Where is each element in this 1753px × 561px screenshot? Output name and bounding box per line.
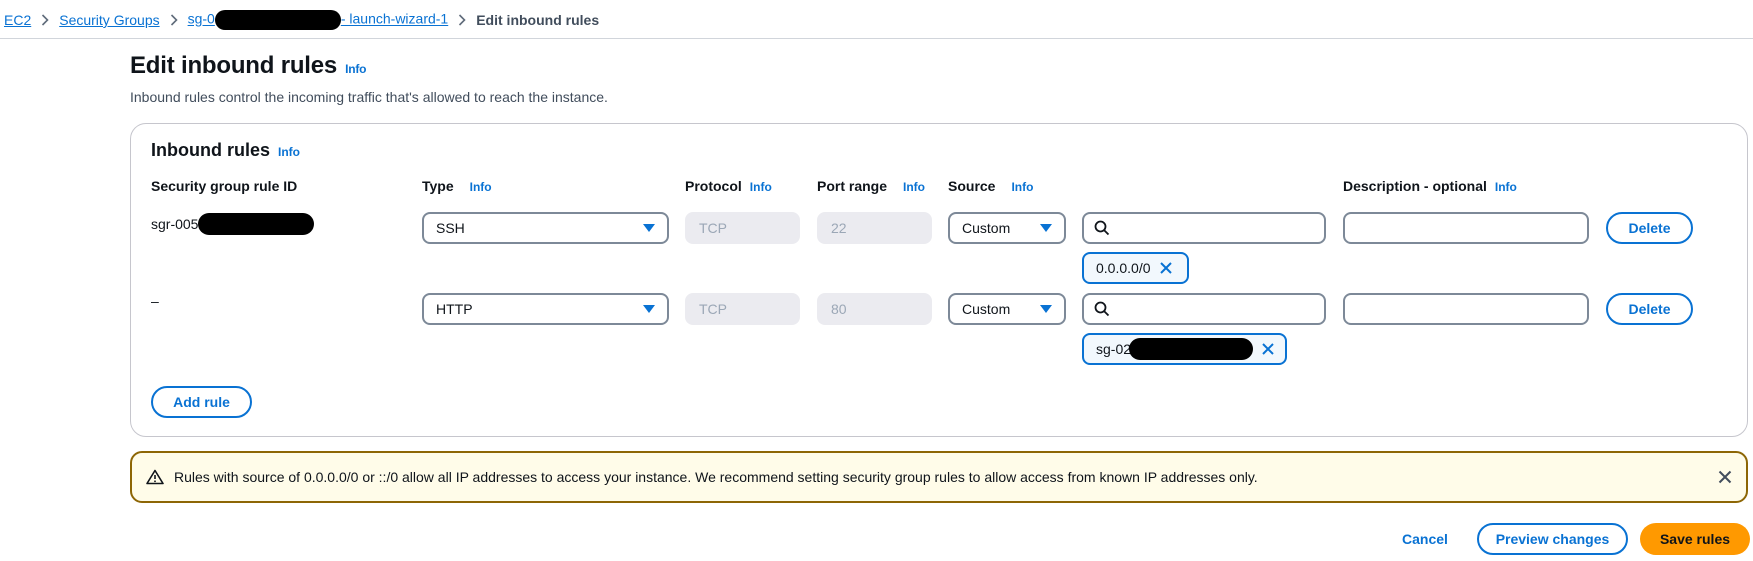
- warning-alert: Rules with source of 0.0.0.0/0 or ::/0 a…: [130, 451, 1748, 503]
- breadcrumb-ec2-link[interactable]: EC2: [4, 12, 31, 28]
- panel-title: Inbound rules Info: [151, 140, 300, 161]
- redacted-block: [1129, 338, 1254, 360]
- close-icon[interactable]: [1261, 342, 1275, 356]
- chevron-right-icon: [170, 14, 178, 26]
- column-header-protocol-label: Protocol: [685, 178, 742, 194]
- rule-2-protocol-field: TCP: [685, 293, 800, 325]
- rule-1-id-text: sgr-005: [151, 216, 199, 232]
- warning-icon: [146, 469, 164, 485]
- rule-1-type-select[interactable]: SSH: [422, 212, 669, 244]
- rule-1-protocol-value: TCP: [699, 220, 727, 236]
- caret-down-icon: [643, 224, 655, 232]
- rule-2-protocol-value: TCP: [699, 301, 727, 317]
- rule-1-source-token: 0.0.0.0/0: [1082, 252, 1189, 284]
- rule-2-source-type-select[interactable]: Custom: [948, 293, 1066, 325]
- page-title-text: Edit inbound rules: [130, 52, 338, 79]
- rule-2-source-type-value: Custom: [962, 301, 1011, 317]
- column-header-source-label: Source: [948, 178, 996, 194]
- close-icon[interactable]: [1159, 261, 1173, 275]
- breadcrumb: EC2 Security Groups sg-0 - launch-wizard-…: [4, 10, 599, 30]
- description-info-link[interactable]: Info: [1495, 180, 1517, 194]
- save-rules-button[interactable]: Save rules: [1640, 523, 1750, 555]
- breadcrumb-security-group-link[interactable]: sg-0 - launch-wizard-1: [187, 10, 449, 30]
- redacted-block: [198, 213, 315, 235]
- page-description: Inbound rules control the incoming traff…: [130, 89, 608, 105]
- save-rules-label: Save rules: [1659, 531, 1731, 547]
- rule-2-port-range-value: 80: [831, 301, 847, 317]
- warning-alert-text: Rules with source of 0.0.0.0/0 or ::/0 a…: [174, 469, 1258, 485]
- caret-down-icon: [643, 305, 655, 313]
- rule-2-port-range-field: 80: [817, 293, 932, 325]
- panel-title-text: Inbound rules: [151, 140, 270, 160]
- search-icon: [1094, 220, 1110, 236]
- column-header-rule-id-label: Security group rule ID: [151, 178, 298, 194]
- rule-1-source-type-select[interactable]: Custom: [948, 212, 1066, 244]
- column-header-port-range-label: Port range: [817, 178, 888, 194]
- chevron-right-icon: [458, 14, 466, 26]
- column-header-port-range: Port range Info: [817, 178, 925, 194]
- rule-2-type-value: HTTP: [436, 301, 473, 317]
- inbound-rules-panel: [130, 123, 1748, 437]
- rule-1-source-type-value: Custom: [962, 220, 1011, 236]
- page-title: Edit inbound rules Info: [130, 52, 366, 80]
- rule-1-delete-label: Delete: [1628, 220, 1671, 236]
- rule-2-source-token-text: sg-02: [1096, 341, 1132, 357]
- rule-2-delete-label: Delete: [1628, 301, 1671, 317]
- preview-changes-button[interactable]: Preview changes: [1477, 523, 1628, 555]
- type-info-link[interactable]: Info: [470, 180, 492, 194]
- rule-1-port-range-field: 22: [817, 212, 932, 244]
- rule-1-protocol-field: TCP: [685, 212, 800, 244]
- rule-1-description-input[interactable]: [1343, 212, 1589, 244]
- chevron-right-icon: [41, 14, 49, 26]
- rule-2-type-select[interactable]: HTTP: [422, 293, 669, 325]
- rule-2-source-search-input[interactable]: [1082, 293, 1326, 325]
- column-header-protocol: Protocol Info: [685, 178, 772, 194]
- close-icon[interactable]: [1718, 470, 1732, 484]
- rule-2-description-input[interactable]: [1343, 293, 1589, 325]
- column-header-rule-id: Security group rule ID: [151, 178, 297, 194]
- breadcrumb-current: Edit inbound rules: [476, 12, 600, 28]
- rule-2-source-token: sg-02: [1082, 333, 1287, 365]
- panel-info-link[interactable]: Info: [278, 145, 300, 159]
- sg-id-prefix: sg-0: [187, 10, 215, 27]
- page-info-link[interactable]: Info: [345, 62, 366, 76]
- column-header-description-label: Description - optional: [1343, 178, 1487, 194]
- rule-1-port-range-value: 22: [831, 220, 847, 236]
- caret-down-icon: [1040, 305, 1052, 313]
- search-icon: [1094, 301, 1110, 317]
- column-header-description: Description - optional Info: [1343, 178, 1517, 194]
- redacted-block: [214, 10, 341, 30]
- rule-2-id: –: [151, 293, 159, 309]
- column-header-source: Source Info: [948, 178, 1033, 194]
- preview-changes-label: Preview changes: [1495, 531, 1610, 547]
- rule-1-id: sgr-005: [151, 213, 315, 235]
- column-header-type: Type Info: [422, 178, 492, 194]
- column-header-type-label: Type: [422, 178, 454, 194]
- rule-1-type-value: SSH: [436, 220, 465, 236]
- source-info-link[interactable]: Info: [1011, 180, 1033, 194]
- rule-2-delete-button[interactable]: Delete: [1606, 293, 1693, 325]
- protocol-info-link[interactable]: Info: [750, 180, 772, 194]
- rule-1-source-search-input[interactable]: [1082, 212, 1326, 244]
- caret-down-icon: [1040, 224, 1052, 232]
- breadcrumb-security-groups-link[interactable]: Security Groups: [59, 12, 159, 28]
- port-range-info-link[interactable]: Info: [903, 180, 925, 194]
- add-rule-label: Add rule: [173, 394, 230, 410]
- sg-name-suffix: - launch-wizard-1: [340, 10, 449, 27]
- add-rule-button[interactable]: Add rule: [151, 386, 252, 418]
- header-divider: [0, 38, 1753, 39]
- rule-1-source-token-text: 0.0.0.0/0: [1096, 260, 1151, 276]
- cancel-button[interactable]: Cancel: [1402, 531, 1448, 547]
- rule-1-delete-button[interactable]: Delete: [1606, 212, 1693, 244]
